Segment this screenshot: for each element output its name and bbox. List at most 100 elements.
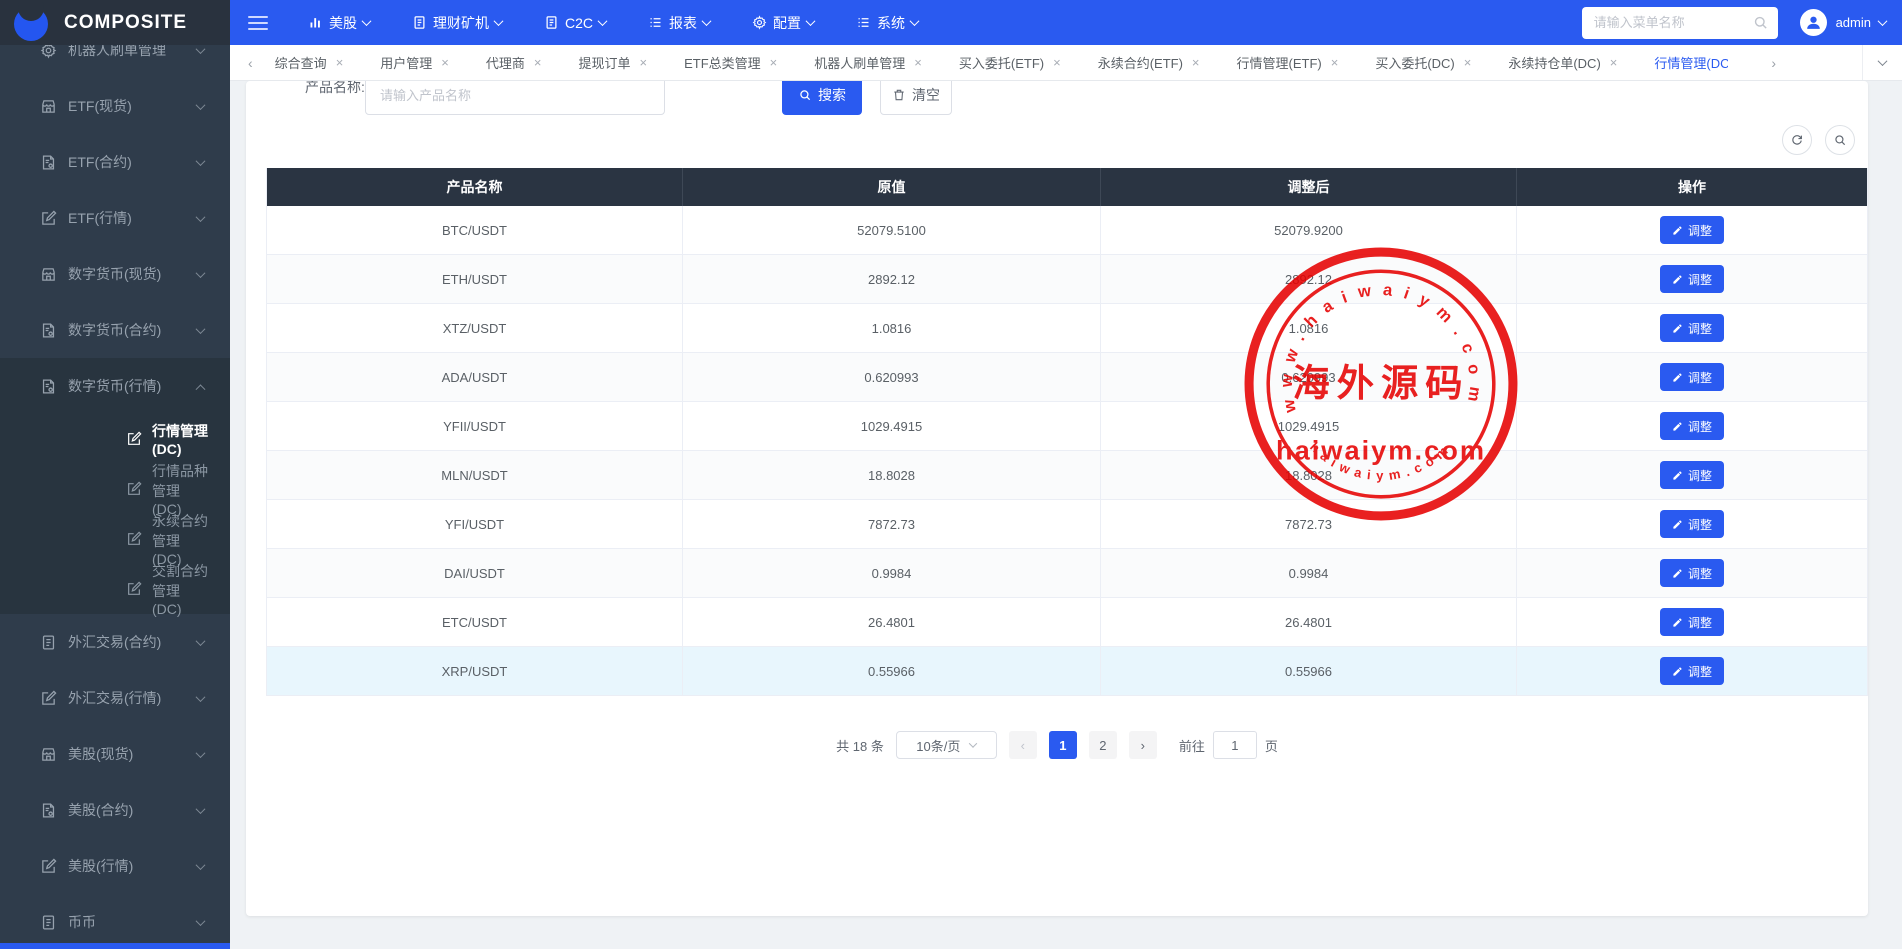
adjust-button[interactable]: 调整: [1660, 265, 1724, 293]
adjust-button[interactable]: 调整: [1660, 608, 1724, 636]
tab[interactable]: 提现订单×: [579, 53, 648, 72]
products-table: 产品名称 原值 调整后 操作 BTC/USDT 52079.5100 52079…: [266, 168, 1868, 696]
close-icon[interactable]: ×: [914, 56, 922, 69]
sidebar-item-delivery-manage-dc[interactable]: 交割合约管理(DC): [0, 564, 230, 614]
chevron-down-icon: [1878, 56, 1888, 66]
table-row: DAI/USDT 0.9984 0.9984 调整: [267, 549, 1867, 598]
content-card: 产品名称: 搜索 清空 产品名称 原值 调整后 操作 BTC/USDT 5207…: [246, 81, 1868, 916]
shop-icon: [40, 266, 57, 283]
chevron-down-icon: [702, 16, 712, 26]
product-name: XRP/USDT: [267, 647, 683, 695]
search-icon: [798, 88, 812, 102]
hamburger-menu-icon[interactable]: [248, 16, 268, 30]
tabs-scroll-right-icon[interactable]: ›: [1765, 55, 1782, 71]
tab[interactable]: 买入委托(DC)×: [1375, 53, 1471, 72]
adjust-button[interactable]: 调整: [1660, 510, 1724, 538]
sidebar-item-perpetual-manage-dc[interactable]: 永续合约管理(DC): [0, 514, 230, 564]
tab[interactable]: 综合查询×: [275, 53, 344, 72]
close-icon[interactable]: ×: [1331, 56, 1339, 69]
page-button-1[interactable]: 1: [1049, 731, 1077, 759]
tabs-scroll-left-icon[interactable]: ‹: [242, 55, 259, 71]
page-button-2[interactable]: 2: [1089, 731, 1117, 759]
refresh-button[interactable]: [1782, 125, 1812, 155]
close-icon[interactable]: ×: [1610, 56, 1618, 69]
sidebar-item-market-variety-dc[interactable]: 行情品种管理(DC): [0, 464, 230, 514]
sidebar-item-market-manage-dc[interactable]: 行情管理(DC): [0, 414, 230, 464]
nav-menu-c2c[interactable]: C2C: [544, 15, 606, 31]
tab[interactable]: 用户管理×: [380, 53, 449, 72]
chart-bars-icon: [308, 15, 323, 30]
logo-area: COMPOSITE: [0, 0, 230, 45]
clear-button[interactable]: 清空: [880, 81, 952, 115]
tab[interactable]: 永续持仓单(DC)×: [1508, 53, 1617, 72]
search-icon[interactable]: [1752, 14, 1769, 31]
page-size-select[interactable]: 10条/页: [896, 731, 997, 759]
nav-menu-mining[interactable]: 理财矿机: [412, 13, 502, 33]
nav-menu-system[interactable]: 系统: [856, 13, 918, 33]
product-name-input[interactable]: [365, 81, 665, 115]
close-icon[interactable]: ×: [1464, 56, 1472, 69]
goto-page-input[interactable]: [1213, 731, 1257, 759]
prev-page-button[interactable]: ‹: [1009, 731, 1037, 759]
adjust-button[interactable]: 调整: [1660, 314, 1724, 342]
table-row-highlighted: XRP/USDT 0.55966 0.55966 调整: [267, 647, 1867, 696]
sidebar-item-etf-market[interactable]: ETF(行情): [0, 190, 230, 246]
nav-menu-config[interactable]: 配置: [752, 13, 814, 33]
open-tabs: 综合查询× 用户管理× 代理商× 提现订单× ETF总类管理× 机器人刷单管理×…: [259, 53, 1902, 72]
edit-icon: [40, 210, 57, 227]
chevron-down-icon: [362, 16, 372, 26]
close-icon[interactable]: ×: [770, 56, 778, 69]
edit-icon: [126, 531, 142, 547]
close-icon[interactable]: ×: [1192, 56, 1200, 69]
sidebar-item-robot-order[interactable]: 机器人刷单管理: [0, 45, 230, 78]
menu-search-input[interactable]: [1582, 7, 1778, 39]
user-menu[interactable]: admin: [1800, 9, 1886, 36]
tabs-dropdown[interactable]: [1862, 45, 1902, 80]
chevron-down-icon: [494, 16, 504, 26]
adjust-button[interactable]: 调整: [1660, 657, 1724, 685]
table-row: BTC/USDT 52079.5100 52079.9200 调整: [267, 206, 1867, 255]
edit-icon: [126, 431, 142, 447]
pagination: 共 18 条 10条/页 ‹ 1 2 › 前往 页: [246, 731, 1868, 759]
product-name: YFI/USDT: [267, 500, 683, 548]
sidebar-item-coin-coin[interactable]: 币币: [0, 894, 230, 949]
close-icon[interactable]: ×: [441, 56, 449, 69]
table-row: YFII/USDT 1029.4915 1029.4915 调整: [267, 402, 1867, 451]
tab-active[interactable]: 行情管理(DC): [1654, 53, 1728, 72]
list-icon: [856, 15, 871, 30]
adjust-button[interactable]: 调整: [1660, 216, 1724, 244]
nav-menu-reports[interactable]: 报表: [648, 13, 710, 33]
nav-menu-stocks[interactable]: 美股: [308, 13, 370, 33]
pencil-icon: [1672, 666, 1683, 677]
sidebar-item-us-contract[interactable]: 美股(合约): [0, 782, 230, 838]
edit-icon: [40, 858, 57, 875]
sidebar-item-dc-market[interactable]: 数字货币(行情): [0, 358, 230, 414]
close-icon[interactable]: ×: [336, 56, 344, 69]
chevron-down-icon: [196, 636, 206, 646]
sidebar-item-us-market[interactable]: 美股(行情): [0, 838, 230, 894]
next-page-button[interactable]: ›: [1129, 731, 1157, 759]
close-icon[interactable]: ×: [1053, 56, 1061, 69]
adjust-button[interactable]: 调整: [1660, 559, 1724, 587]
sidebar-item-etf-spot[interactable]: ETF(现货): [0, 78, 230, 134]
adjust-button[interactable]: 调整: [1660, 412, 1724, 440]
tab[interactable]: ETF总类管理×: [684, 53, 777, 72]
tab[interactable]: 买入委托(ETF)×: [959, 53, 1061, 72]
tab[interactable]: 代理商×: [486, 53, 542, 72]
adjust-button[interactable]: 调整: [1660, 363, 1724, 391]
sidebar-item-us-spot[interactable]: 美股(现货): [0, 726, 230, 782]
sidebar-item-forex-contract[interactable]: 外汇交易(合约): [0, 614, 230, 670]
tab[interactable]: 行情管理(ETF)×: [1237, 53, 1339, 72]
column-search-button[interactable]: [1825, 125, 1855, 155]
sidebar-item-dc-spot[interactable]: 数字货币(现货): [0, 246, 230, 302]
sidebar-item-dc-contract[interactable]: 数字货币(合约): [0, 302, 230, 358]
tab[interactable]: 永续合约(ETF)×: [1098, 53, 1200, 72]
close-icon[interactable]: ×: [534, 56, 542, 69]
close-icon[interactable]: ×: [640, 56, 648, 69]
sidebar-item-etf-contract[interactable]: ETF(合约): [0, 134, 230, 190]
tab[interactable]: 机器人刷单管理×: [814, 53, 922, 72]
adjust-button[interactable]: 调整: [1660, 461, 1724, 489]
product-name-label: 产品名称:: [305, 81, 365, 97]
sidebar-item-forex-market[interactable]: 外汇交易(行情): [0, 670, 230, 726]
search-button[interactable]: 搜索: [782, 81, 862, 115]
